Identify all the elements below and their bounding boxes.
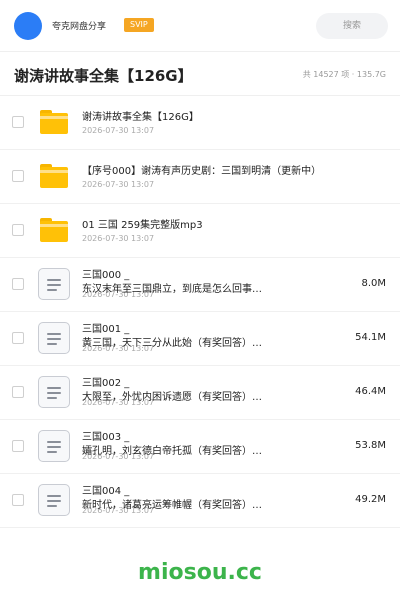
audio-file-icon	[38, 322, 70, 354]
top-bar: 夸克网盘分享 SVIP 搜索	[0, 0, 400, 52]
item-checkbox[interactable]	[12, 332, 24, 344]
item-name[interactable]: 谢涛讲故事全集【126G】	[82, 108, 332, 123]
item-checkbox[interactable]	[12, 494, 24, 506]
list-item[interactable]: 2026-07-30 13:07 三国004 _ 新时代，诸葛亮运筹帷幄（有奖回答…	[0, 474, 400, 528]
page-title: 谢涛讲故事全集【126G】	[14, 67, 193, 85]
item-name[interactable]: 三国002 _ 大限至，外忧内困诉遗愿（有奖回答）…	[82, 377, 332, 405]
item-checkbox[interactable]	[12, 116, 24, 128]
item-checkbox[interactable]	[12, 386, 24, 398]
folder-icon	[40, 218, 68, 242]
list-item[interactable]: 谢涛讲故事全集【126G】 2026-07-30 13:07	[0, 96, 400, 150]
folder-stats: 共 14527 项 · 135.7G	[302, 70, 386, 79]
brand-label: 夸克网盘分享	[52, 22, 107, 32]
item-checkbox[interactable]	[12, 224, 24, 236]
item-date: 2026-07-30 13:07	[82, 126, 155, 135]
item-name[interactable]: 01 三国 259集完整版mp3	[82, 216, 332, 231]
folder-icon	[40, 110, 68, 134]
list-item[interactable]: 2026-07-30 13:07 三国000 _ 东汉末年至三国鼎立，到底是怎么回…	[0, 258, 400, 312]
list-item[interactable]: 2026-07-30 13:07 三国002 _ 大限至，外忧内困诉遗愿（有奖回答…	[0, 366, 400, 420]
audio-file-icon	[38, 430, 70, 462]
item-name[interactable]: 三国003 _ 孀孔明，刘玄德白帝托孤（有奖回答）…	[82, 431, 332, 459]
item-checkbox[interactable]	[12, 170, 24, 182]
item-name[interactable]: 三国004 _ 新时代，诸葛亮运筹帷幄（有奖回答）…	[82, 485, 332, 513]
item-date: 2026-07-30 13:07	[82, 234, 155, 243]
item-name[interactable]: 【序号000】谢涛有声历史剧：三国到明清（更新中）	[82, 162, 332, 177]
item-size: 46.4M	[355, 386, 386, 397]
item-date: 2026-07-30 13:07	[82, 180, 155, 189]
item-checkbox[interactable]	[12, 440, 24, 452]
audio-file-icon	[38, 268, 70, 300]
list-item[interactable]: 01 三国 259集完整版mp3 2026-07-30 13:07	[0, 204, 400, 258]
item-name[interactable]: 三国000 _ 东汉末年至三国鼎立，到底是怎么回事…	[82, 269, 332, 297]
audio-file-icon	[38, 376, 70, 408]
list-item[interactable]: 2026-07-30 13:07 三国003 _ 孀孔明，刘玄德白帝托孤（有奖回答…	[0, 420, 400, 474]
list-item[interactable]: 【序号000】谢涛有声历史剧：三国到明清（更新中） 2026-07-30 13:…	[0, 150, 400, 204]
item-size: 49.2M	[355, 494, 386, 505]
item-size: 8.0M	[361, 278, 386, 289]
list-item[interactable]: 2026-07-30 13:07 三国001 _ 黄三国，天下三分从此始（有奖回答…	[0, 312, 400, 366]
watermark: miosou.cc	[138, 560, 262, 585]
item-name[interactable]: 三国001 _ 黄三国，天下三分从此始（有奖回答）…	[82, 323, 332, 351]
audio-file-icon	[38, 484, 70, 516]
avatar[interactable]	[14, 12, 42, 40]
item-checkbox[interactable]	[12, 278, 24, 290]
item-size: 54.1M	[355, 332, 386, 343]
svip-badge[interactable]: SVIP	[124, 18, 154, 32]
search-button[interactable]: 搜索	[316, 13, 388, 39]
item-size: 53.8M	[355, 440, 386, 451]
folder-header: 谢涛讲故事全集【126G】 共 14527 项 · 135.7G	[0, 52, 400, 96]
folder-icon	[40, 164, 68, 188]
